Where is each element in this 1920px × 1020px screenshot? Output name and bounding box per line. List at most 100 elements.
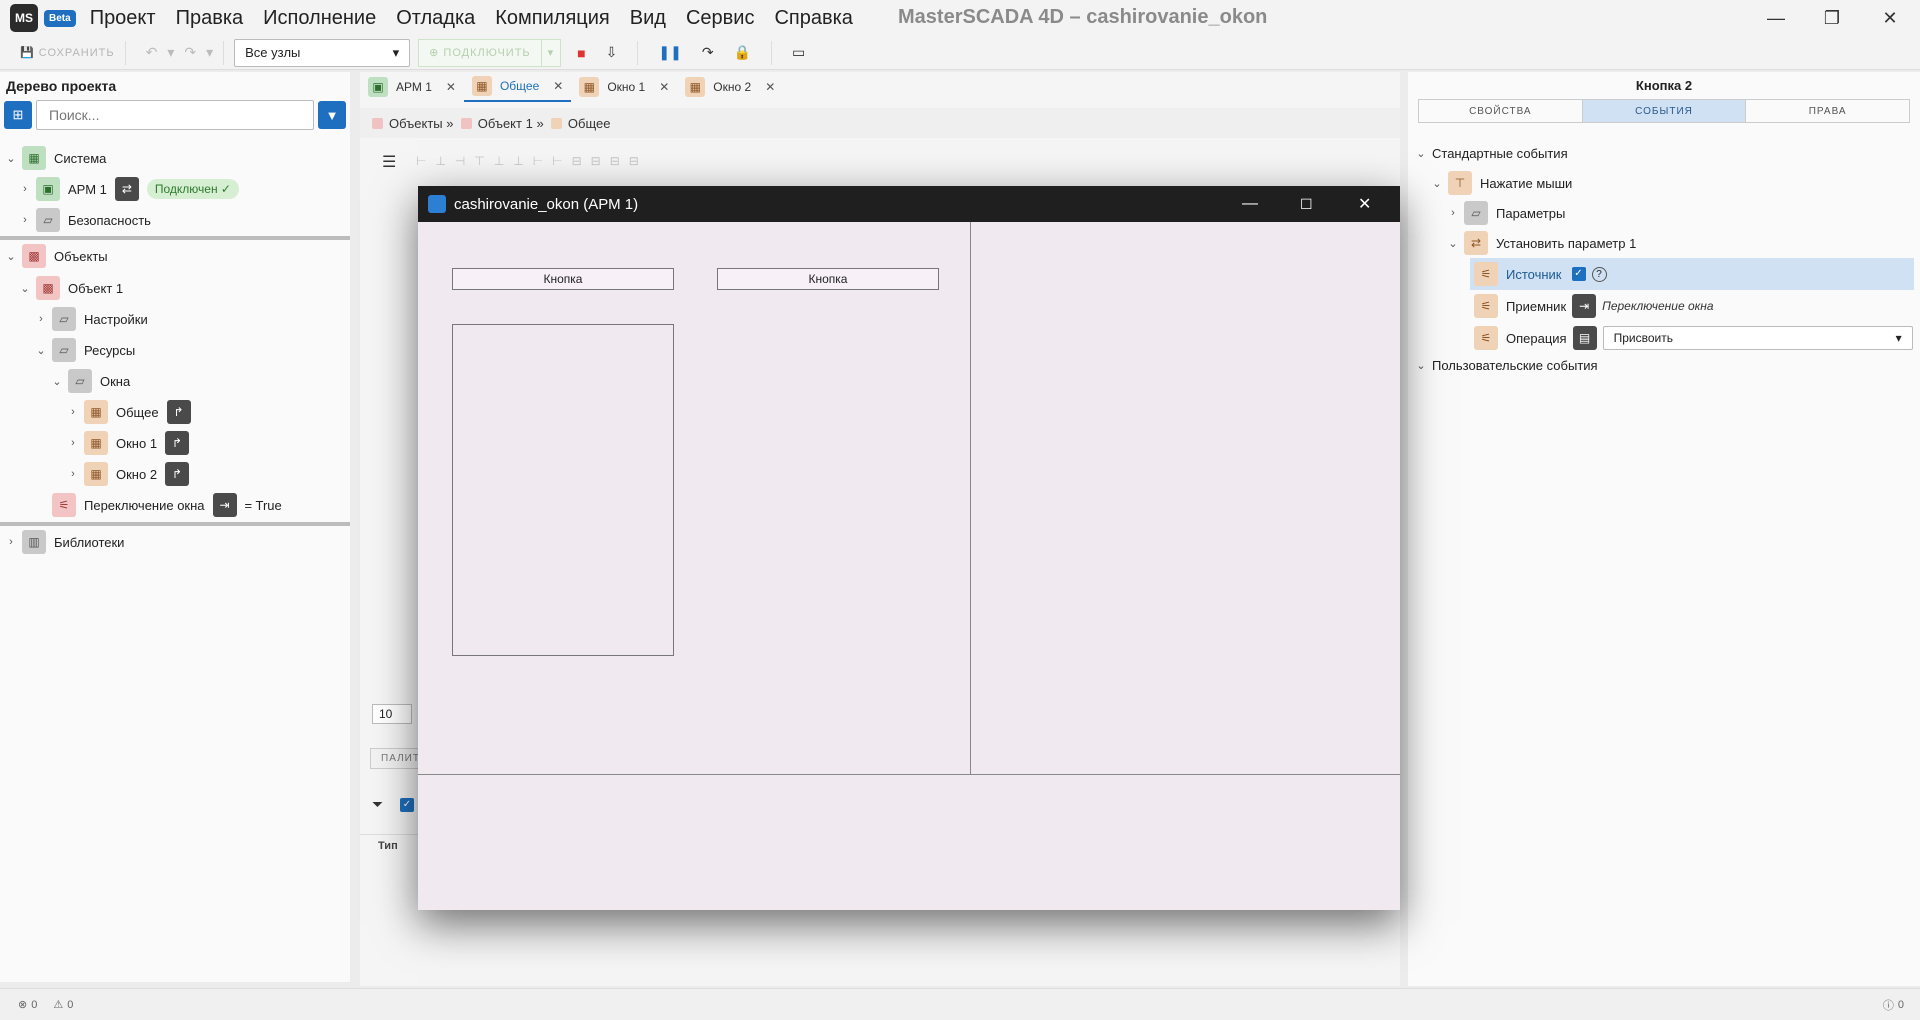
redo-icon[interactable]: ↷ (184, 44, 196, 61)
align-tools[interactable]: ⊢⊥⊣⊤⊥⊥⊢⊢⊟⊟⊟⊟ (416, 154, 648, 168)
source-checkbox[interactable]: ✓ (1571, 267, 1586, 281)
breadcrumb-item[interactable]: Объект 1 (478, 116, 533, 131)
chevron-down-icon[interactable]: ⌄ (4, 152, 18, 165)
close-icon[interactable]: ✕ (446, 80, 456, 94)
tree-item-object1[interactable]: ⌄ ▩ Объект 1 (18, 274, 123, 302)
search-input[interactable]: Поиск... (36, 100, 314, 130)
chevron-down-icon[interactable]: ⌄ (1430, 177, 1444, 190)
stop-icon[interactable]: ■ (577, 45, 585, 61)
tree-item-arm1[interactable]: › ▣ АРМ 1 ⇄ Подключен ✓ (18, 175, 239, 203)
tab-rights[interactable]: ПРАВА (1746, 100, 1909, 122)
chevron-right-icon[interactable]: › (34, 313, 48, 325)
chevron-right-icon[interactable]: › (66, 437, 80, 449)
tree-item-windows[interactable]: ⌄ ▱ Окна (50, 367, 130, 395)
chevron-right-icon[interactable]: › (4, 536, 18, 548)
undo-dropdown-icon[interactable]: ▾ (167, 44, 174, 61)
close-icon[interactable]: ✕ (1862, 0, 1918, 36)
chevron-right-icon[interactable]: › (66, 406, 80, 418)
chevron-down-icon[interactable]: ⌄ (1446, 237, 1460, 250)
runtime-button-2[interactable]: Кнопка (717, 268, 939, 290)
console-icon[interactable]: ▭ (792, 44, 805, 61)
tree-item-settings[interactable]: › ▱ Настройки (34, 305, 148, 333)
breadcrumb-item[interactable]: Общее (568, 116, 611, 131)
menu-debug[interactable]: Отладка (396, 7, 475, 30)
tab-window2[interactable]: ▦ Окно 2 ✕ (677, 72, 783, 102)
menu-edit[interactable]: Правка (176, 7, 244, 30)
chevron-down-icon[interactable]: ⌄ (18, 282, 32, 295)
tree-item-general[interactable]: › ▦ Общее ↱ (66, 398, 199, 426)
tree-item-system[interactable]: ⌄ ▦ Система (4, 144, 106, 172)
nodes-select[interactable]: Все узлы ▾ (234, 38, 411, 67)
chevron-down-icon[interactable]: ⌄ (50, 375, 64, 388)
chevron-right-icon[interactable]: › (1446, 207, 1460, 219)
event-params[interactable]: › ▱ Параметры (1446, 198, 1565, 228)
tree-view-icon[interactable]: ⊞ (4, 101, 32, 129)
close-icon[interactable]: ✕ (765, 80, 775, 94)
tree-item-libraries[interactable]: › ▥ Библиотеки (4, 528, 124, 556)
tab-window1[interactable]: ▦ Окно 1 ✕ (571, 72, 677, 102)
runtime-button-1[interactable]: Кнопка (452, 268, 674, 290)
chevron-down-icon[interactable]: ⌄ (1414, 359, 1428, 372)
param-receiver-row[interactable]: ⚟ Приемник ⇥ Переключение окна (1474, 290, 1714, 322)
open-window-icon[interactable]: ↱ (165, 431, 190, 455)
redo-dropdown-icon[interactable]: ▾ (206, 44, 213, 61)
menu-service[interactable]: Сервис (686, 7, 755, 30)
menu-compile[interactable]: Компиляция (495, 7, 609, 30)
tree-item-objects[interactable]: ⌄ ▩ Объекты (4, 242, 108, 270)
tab-properties[interactable]: СВОЙСТВА (1419, 100, 1583, 122)
menu-help[interactable]: Справка (774, 7, 852, 30)
section-divider[interactable] (0, 236, 350, 240)
user-events-group[interactable]: ⌄ Пользовательские события (1414, 350, 1597, 380)
chevron-right-icon[interactable]: › (18, 214, 32, 226)
tree-item-switch[interactable]: ⚟ Переключение окна ⇥ = True (52, 491, 282, 519)
breadcrumb-item[interactable]: Объекты (389, 116, 443, 131)
event-set-param[interactable]: ⌄ ⇄ Установить параметр 1 (1446, 228, 1636, 258)
checkbox-icon[interactable]: ✓ (400, 798, 414, 812)
tab-general[interactable]: ▦ Общее ✕ (463, 72, 572, 102)
tree-item-resources[interactable]: ⌄ ▱ Ресурсы (34, 336, 135, 364)
tab-events[interactable]: СОБЫТИЯ (1582, 100, 1747, 122)
chevron-down-icon[interactable]: ⌄ (4, 250, 18, 263)
pause-icon[interactable]: ❚❚ (658, 44, 681, 61)
close-icon[interactable]: ✕ (1358, 194, 1371, 214)
runtime-window-titlebar[interactable]: cashirovanie_okon (АРМ 1) — ☐ ✕ (418, 186, 1400, 222)
zoom-field[interactable]: 10 (372, 704, 412, 724)
tree-item-window1[interactable]: › ▦ Окно 1 ↱ (66, 429, 197, 457)
chevron-right-icon[interactable]: › (66, 468, 80, 480)
lock-icon[interactable]: 🔒 (734, 44, 751, 61)
param-source-row[interactable]: ⚟ Источник ✓ ? (1470, 258, 1914, 290)
connect-node-icon[interactable]: ⇄ (114, 177, 139, 201)
filter-icon[interactable]: ⏷ (372, 796, 383, 813)
step-icon[interactable]: ↷ (702, 44, 714, 61)
menu-run[interactable]: Исполнение (263, 7, 376, 30)
save-button[interactable]: 💾 СОХРАНИТЬ (20, 46, 115, 59)
operation-select[interactable]: Присвоить ▾ (1602, 326, 1913, 350)
menu-view[interactable]: Вид (630, 7, 666, 30)
restore-icon[interactable]: ❐ (1804, 0, 1860, 36)
minimize-icon[interactable]: — (1748, 0, 1804, 36)
link-icon[interactable]: ⇥ (1572, 294, 1597, 318)
chevron-right-icon[interactable]: › (18, 183, 32, 195)
receiver-value[interactable]: Переключение окна (1602, 299, 1713, 313)
filter-icon[interactable]: ▼ (318, 101, 346, 129)
chevron-down-icon[interactable]: ⌄ (1414, 147, 1428, 160)
tree-item-security[interactable]: › ▱ Безопасность (18, 206, 151, 234)
menu-project[interactable]: Проект (90, 7, 156, 30)
event-mouse-click[interactable]: ⌄ ⊤ Нажатие мыши (1430, 168, 1572, 198)
connect-button[interactable]: ⊕ ПОДКЛЮЧИТЬ (418, 38, 542, 67)
maximize-icon[interactable]: ☐ (1300, 196, 1313, 213)
tree-item-window2[interactable]: › ▦ Окно 2 ↱ (66, 460, 197, 488)
help-icon[interactable]: ? (1591, 266, 1607, 282)
open-window-icon[interactable]: ↱ (165, 462, 190, 486)
deploy-icon[interactable]: ⇩ (606, 44, 618, 61)
close-icon[interactable]: ✕ (553, 79, 563, 93)
undo-icon[interactable]: ↶ (146, 44, 158, 61)
open-window-icon[interactable]: ↱ (166, 400, 191, 424)
hamburger-icon[interactable]: ☰ (382, 152, 396, 172)
minimize-icon[interactable]: — (1242, 195, 1258, 213)
connect-dropdown-icon[interactable]: ▾ (541, 38, 562, 67)
section-divider[interactable] (0, 522, 350, 526)
chevron-down-icon[interactable]: ⌄ (34, 344, 48, 357)
tab-arm1[interactable]: ▣ АРМ 1 ✕ (360, 72, 464, 102)
standard-events-group[interactable]: ⌄ Стандартные события (1414, 138, 1567, 168)
